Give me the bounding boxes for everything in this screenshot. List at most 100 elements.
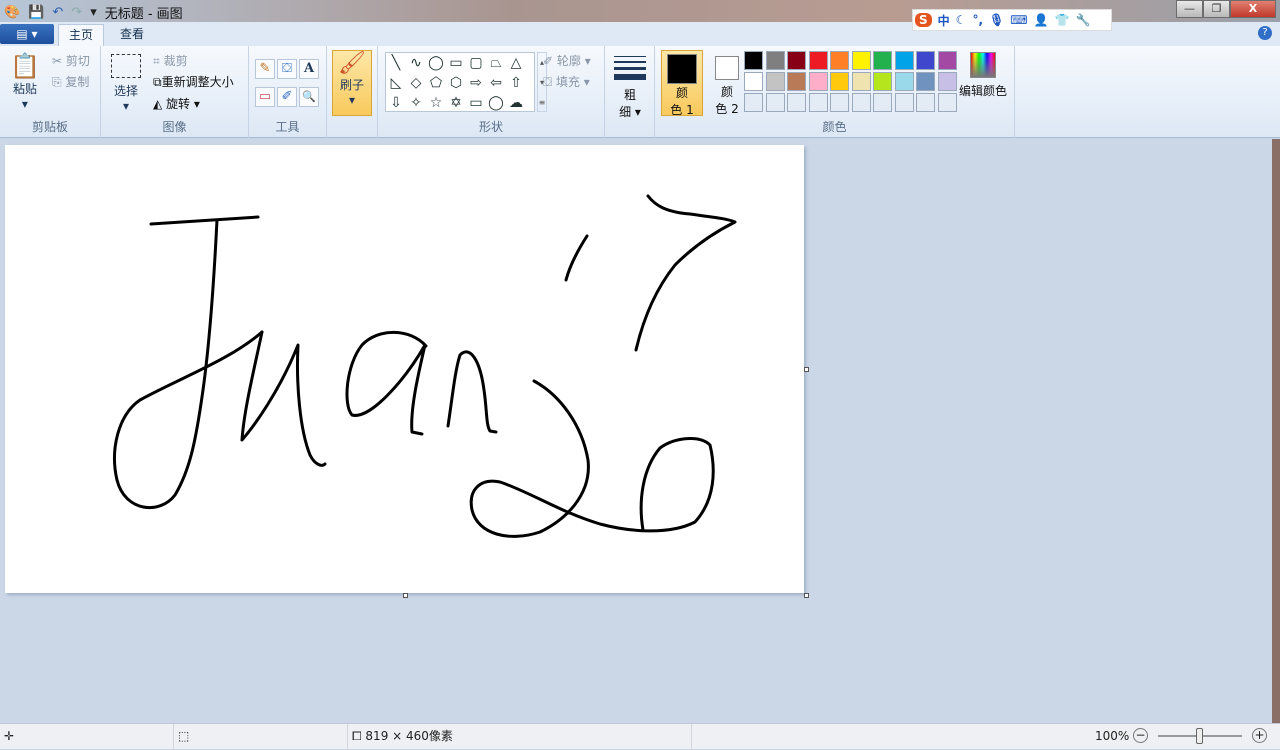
tab-home[interactable]: 主页 <box>58 24 105 46</box>
shape-14[interactable]: ⇩ <box>386 93 406 113</box>
palette-color[interactable] <box>808 72 828 91</box>
palette-color[interactable] <box>894 51 914 70</box>
zoom-out-button[interactable]: − <box>1133 728 1148 743</box>
palette-color[interactable] <box>765 51 785 70</box>
palette-color[interactable] <box>765 72 785 91</box>
resize-handle-corner[interactable] <box>804 593 809 598</box>
user-icon[interactable]: 👤 <box>1034 13 1049 27</box>
help-icon[interactable]: ? <box>1258 26 1272 40</box>
palette-color[interactable] <box>937 51 957 70</box>
palette-color[interactable] <box>744 51 763 70</box>
save-icon[interactable]: 💾 <box>28 5 44 20</box>
shape-17[interactable]: ✡ <box>446 93 466 113</box>
palette-color[interactable] <box>916 51 935 70</box>
shape-9[interactable]: ⬠ <box>426 73 446 93</box>
paint-app-icon[interactable]: 🎨 <box>4 5 20 20</box>
palette-color[interactable] <box>916 72 935 91</box>
palette-color[interactable] <box>851 51 871 70</box>
shape-19[interactable]: ◯ <box>486 93 506 113</box>
zoom-slider-thumb[interactable] <box>1196 728 1203 744</box>
shape-20[interactable]: ☁ <box>506 93 526 113</box>
shape-16[interactable]: ☆ <box>426 93 446 113</box>
redo-icon[interactable]: ↷ <box>71 5 82 20</box>
text-tool[interactable]: A <box>299 59 319 79</box>
shape-12[interactable]: ⇦ <box>486 73 506 93</box>
keyboard-icon[interactable]: ⌨ <box>1010 13 1027 27</box>
shape-8[interactable]: ◇ <box>406 73 426 93</box>
color-picker-tool[interactable]: ✐ <box>277 87 297 107</box>
palette-empty-slot[interactable] <box>916 93 935 112</box>
palette-color[interactable] <box>830 72 849 91</box>
shape-6[interactable]: △ <box>506 53 526 73</box>
shape-0[interactable]: ╲ <box>386 53 406 73</box>
shape-2[interactable]: ◯ <box>426 53 446 73</box>
eraser-tool[interactable]: ▭ <box>255 87 275 107</box>
outline-button[interactable]: ✐ 轮廓 ▾ <box>543 52 591 69</box>
shape-5[interactable]: ⏢ <box>486 53 506 73</box>
sogou-logo[interactable]: S <box>915 13 932 27</box>
pencil-tool[interactable]: ✎ <box>255 59 275 79</box>
rotate-button[interactable]: ◭ 旋转 ▾ <box>153 95 200 112</box>
shape-4[interactable]: ▢ <box>466 53 486 73</box>
magnifier-tool[interactable]: 🔍 <box>299 87 319 107</box>
shape-11[interactable]: ⇨ <box>466 73 486 93</box>
color1-button[interactable]: 颜色 1 <box>661 50 703 117</box>
ime-mode[interactable]: 中 <box>938 12 950 29</box>
palette-empty-slot[interactable] <box>830 93 849 112</box>
palette-color[interactable] <box>873 51 892 70</box>
moon-icon[interactable]: ☾ <box>956 13 967 27</box>
palette-color[interactable] <box>787 51 806 70</box>
shape-13[interactable]: ⇧ <box>506 73 526 93</box>
brush-button[interactable]: 🖌 刷子 ▾ <box>332 50 372 116</box>
wrench-icon[interactable]: 🔧 <box>1075 13 1090 27</box>
palette-color[interactable] <box>830 51 849 70</box>
palette-color[interactable] <box>787 72 806 91</box>
resize-handle-bottom[interactable] <box>403 593 408 598</box>
minimize-button[interactable]: — <box>1176 0 1203 18</box>
palette-color[interactable] <box>937 72 957 91</box>
punct-icon[interactable]: °, <box>972 13 983 27</box>
shape-15[interactable]: ✧ <box>406 93 426 113</box>
palette-empty-slot[interactable] <box>787 93 806 112</box>
tab-view[interactable]: 查看 <box>110 24 154 46</box>
palette-color[interactable] <box>873 72 892 91</box>
shirt-icon[interactable]: 👕 <box>1055 13 1070 27</box>
palette-empty-slot[interactable] <box>851 93 871 112</box>
palette-color[interactable] <box>744 72 763 91</box>
palette-empty-slot[interactable] <box>894 93 914 112</box>
drawing-canvas[interactable] <box>5 145 809 598</box>
restore-button[interactable]: ❐ <box>1203 0 1230 18</box>
size-button[interactable]: 粗 细 ▾ <box>614 54 646 120</box>
paste-button[interactable]: 📋 粘贴 ▾ <box>10 52 40 111</box>
shape-1[interactable]: ∿ <box>406 53 426 73</box>
palette-color[interactable] <box>851 72 871 91</box>
copy-button[interactable]: ⎘ 复制 <box>52 73 89 90</box>
shapes-gallery[interactable]: ╲ ∿ ◯ ▭ ▢ ⏢ △ ◺ ◇ ⬠ ⬡ ⇨ ⇦ ⇧ ⇩ ✧ ☆ ✡ ▭ ◯ ☁ <box>385 52 535 112</box>
shape-7[interactable]: ◺ <box>386 73 406 93</box>
shape-10[interactable]: ⬡ <box>446 73 466 93</box>
fill-tool[interactable]: ⛋ <box>277 59 297 79</box>
resize-handle-right[interactable] <box>804 367 809 372</box>
fill-button[interactable]: ⛋ 填充 ▾ <box>543 73 590 90</box>
undo-icon[interactable]: ↶ <box>52 5 63 20</box>
cut-button[interactable]: ✂ 剪切 <box>52 52 90 69</box>
close-button[interactable]: X <box>1230 0 1276 18</box>
color2-button[interactable]: 颜色 2 <box>707 50 747 116</box>
zoom-in-button[interactable]: + <box>1252 728 1267 743</box>
shape-3[interactable]: ▭ <box>446 53 466 73</box>
select-button[interactable]: 选择 ▾ <box>111 54 141 113</box>
customize-icon[interactable]: ▾ <box>90 5 97 20</box>
edit-colors-button[interactable]: 编辑颜色 <box>959 52 1007 99</box>
mic-icon[interactable]: 🎙 <box>989 13 1004 27</box>
palette-empty-slot[interactable] <box>873 93 892 112</box>
shape-18[interactable]: ▭ <box>466 93 486 113</box>
app-menu-button[interactable]: ▤ ▾ <box>0 24 54 44</box>
palette-empty-slot[interactable] <box>937 93 957 112</box>
palette-empty-slot[interactable] <box>744 93 763 112</box>
resize-button[interactable]: ⧉重新调整大小 <box>153 73 234 90</box>
palette-empty-slot[interactable] <box>808 93 828 112</box>
palette-color[interactable] <box>894 72 914 91</box>
crop-button[interactable]: ⌗ 裁剪 <box>153 52 188 69</box>
palette-empty-slot[interactable] <box>765 93 785 112</box>
palette-color[interactable] <box>808 51 828 70</box>
